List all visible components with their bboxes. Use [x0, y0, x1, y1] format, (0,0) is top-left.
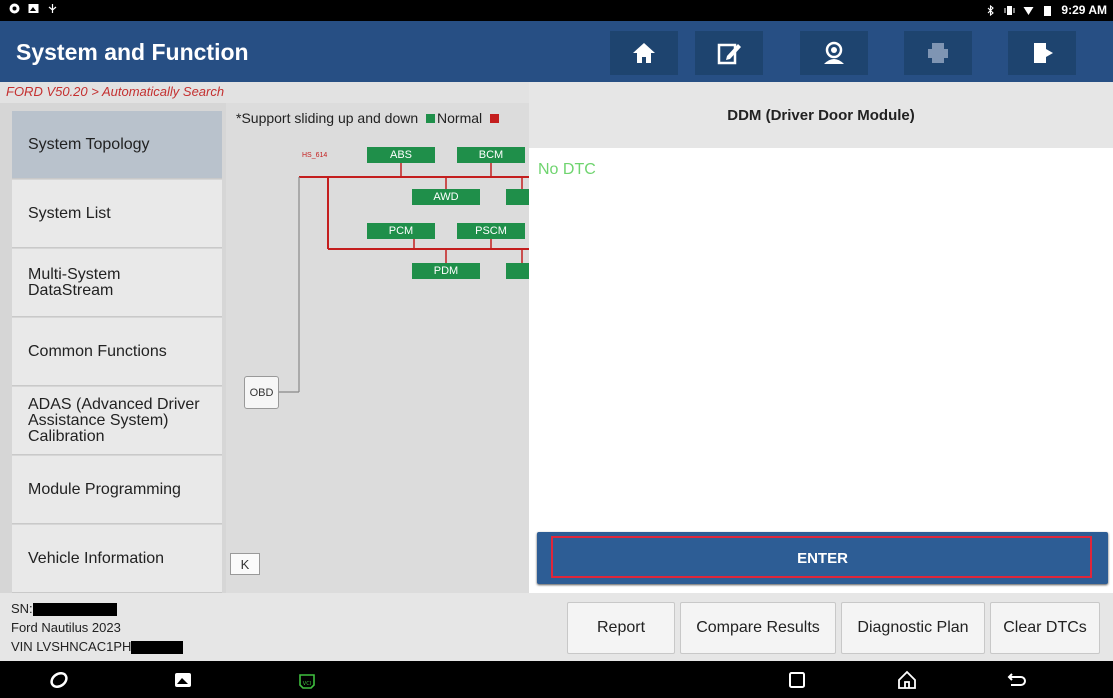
home-icon — [633, 43, 655, 63]
sidebar-item-system-list[interactable]: System List — [12, 180, 222, 248]
print-icon — [928, 43, 948, 63]
bluetooth-icon — [985, 4, 996, 16]
module-pcm[interactable]: PCM — [367, 223, 435, 239]
sn-label: SN: — [11, 601, 33, 616]
sidebar-item-multi-system-datastream[interactable]: Multi-System DataStream — [12, 249, 222, 317]
module-awd[interactable]: AWD — [412, 189, 480, 205]
collapse-button[interactable]: K — [230, 553, 260, 575]
enter-button[interactable]: ENTER — [537, 532, 1108, 584]
exit-button[interactable] — [1008, 31, 1076, 75]
sidebar-item-system-topology[interactable]: System Topology — [12, 111, 222, 179]
dtc-panel: DDM (Driver Door Module) No DTC ENTER — [529, 82, 1113, 593]
sidebar-item-label: Vehicle Information — [28, 549, 165, 567]
sn-redacted — [32, 603, 117, 617]
home-nav-icon[interactable] — [896, 669, 918, 691]
vibrate-icon — [1004, 5, 1015, 16]
wifi-icon — [1023, 5, 1034, 16]
support-button[interactable] — [800, 31, 868, 75]
vehicle-model: Ford Nautilus 2023 — [11, 620, 121, 635]
support-icon — [824, 41, 844, 64]
clock: 9:29 AM — [1061, 3, 1107, 17]
module-partial-1[interactable] — [506, 189, 529, 205]
sidebar-item-label: System List — [28, 204, 111, 222]
sidebar-item-label: Common Functions — [28, 342, 167, 360]
enter-highlight — [551, 536, 1092, 578]
breadcrumb: FORD V50.20 > Automatically Search — [0, 82, 529, 103]
edit-icon — [717, 43, 741, 65]
footer: SN: Ford Nautilus 2023 VIN LVSHNCAC1PH R… — [0, 593, 1113, 661]
module-abs[interactable]: ABS — [367, 147, 435, 163]
sidebar-item-common-functions[interactable]: Common Functions — [12, 318, 222, 386]
topology-bus-lines — [279, 163, 529, 393]
recents-icon[interactable] — [786, 669, 808, 691]
clear-dtcs-button[interactable]: Clear DTCs — [990, 602, 1100, 654]
sidebar: System Topology System List Multi-System… — [0, 103, 226, 593]
print-button[interactable] — [904, 31, 972, 75]
sidebar-item-label: Module Programming — [28, 480, 181, 498]
sidebar-item-module-programming[interactable]: Module Programming — [12, 456, 222, 524]
panel-title: DDM (Driver Door Module) — [529, 82, 1113, 148]
compare-results-button[interactable]: Compare Results — [680, 602, 836, 654]
nav-bar: VCI — [0, 661, 1113, 698]
status-bar: 9:29 AM — [0, 0, 1113, 21]
svg-text:VCI: VCI — [303, 681, 311, 687]
app-header: System and Function — [0, 21, 1113, 82]
vin-label: VIN LVSHNCAC1PH — [11, 639, 132, 654]
back-icon[interactable] — [1006, 669, 1028, 691]
sidebar-item-label: System Topology — [28, 135, 150, 153]
topology-view[interactable]: *Support sliding up and down Normal HS_6… — [226, 103, 529, 593]
vehicle-info: SN: Ford Nautilus 2023 VIN LVSHNCAC1PH — [11, 599, 184, 656]
report-button[interactable]: Report — [567, 602, 675, 654]
browser-icon[interactable] — [48, 669, 70, 691]
vci-icon[interactable]: VCI — [296, 669, 318, 691]
edit-button[interactable] — [695, 31, 763, 75]
usb-notification-icon — [47, 3, 58, 14]
battery-icon — [1042, 5, 1053, 16]
bus-label: HS_614 — [302, 152, 328, 159]
diagnostic-plan-button[interactable]: Diagnostic Plan — [841, 602, 985, 654]
obd-port[interactable]: OBD — [244, 376, 279, 409]
image-notification-icon — [28, 3, 39, 14]
page-title: System and Function — [16, 39, 249, 65]
dtc-status: No DTC — [538, 161, 596, 178]
app-notification-icon — [9, 3, 20, 14]
sidebar-item-adas-calibration[interactable]: ADAS (Advanced Driver Assistance System)… — [12, 387, 222, 455]
exit-icon — [1034, 43, 1053, 63]
gallery-icon[interactable] — [172, 669, 194, 691]
module-bcm[interactable]: BCM — [457, 147, 525, 163]
sidebar-item-vehicle-information[interactable]: Vehicle Information — [12, 525, 222, 593]
module-pdm[interactable]: PDM — [412, 263, 480, 279]
module-pscm[interactable]: PSCM — [457, 223, 525, 239]
sidebar-item-label: ADAS (Advanced Driver Assistance System)… — [28, 395, 200, 445]
module-partial-2[interactable] — [506, 263, 529, 279]
vin-redacted — [131, 641, 184, 655]
home-button[interactable] — [610, 31, 678, 75]
sidebar-item-label: Multi-System DataStream — [28, 265, 121, 299]
